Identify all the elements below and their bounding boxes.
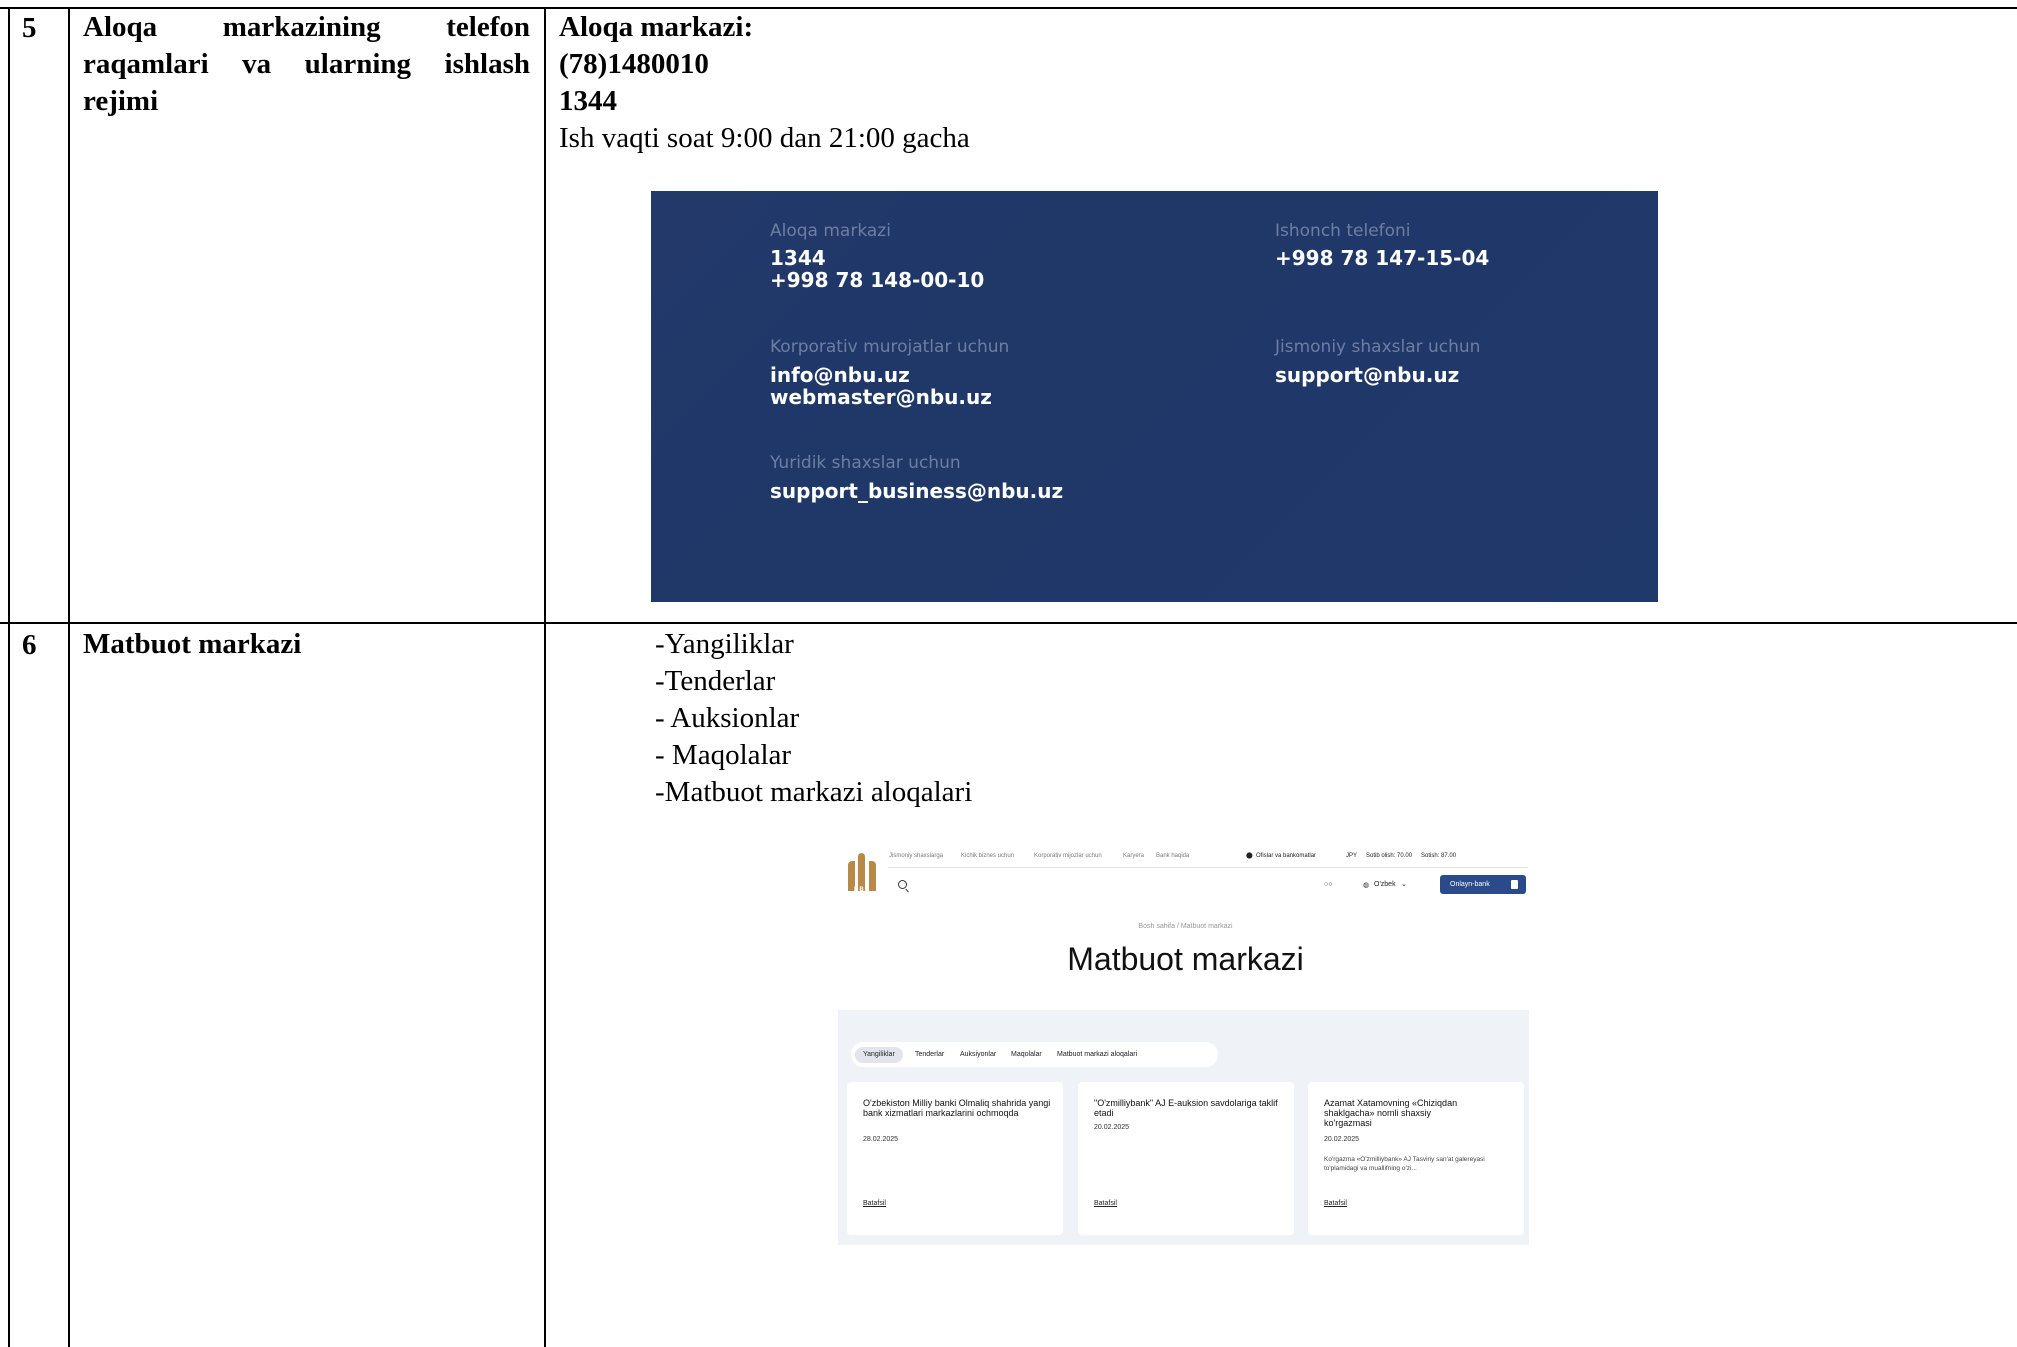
list-item: - Maqolalar — [655, 739, 792, 771]
row-number: 5 — [22, 12, 37, 44]
header-divider — [888, 867, 1528, 868]
news-card-more-link[interactable]: Batafsil — [1324, 1200, 1347, 1207]
list-item: -Tenderlar — [655, 665, 776, 697]
tab-auctions[interactable]: Auksiyonlar — [952, 1047, 1004, 1063]
login-icon — [1511, 880, 1518, 889]
news-card-date: 20.02.2025 — [1324, 1136, 1360, 1143]
press-center-website-screenshot: NBU Jismoniy shaxslarga Kichik biznes uc… — [838, 845, 1533, 1245]
online-bank-button[interactable]: Onlayn-bank — [1440, 875, 1526, 894]
search-icon[interactable] — [898, 880, 907, 889]
list-item: -Yangiliklar — [655, 628, 794, 660]
contact-phone-2: 1344 — [559, 85, 617, 117]
table-border-left — [8, 7, 10, 1347]
tab-news[interactable]: Yangiliklar — [855, 1047, 903, 1063]
working-hours: Ish vaqti soat 9:00 dan 21:00 gacha — [559, 122, 970, 154]
legal-label: Yuridik shaxslar uchun — [770, 453, 961, 473]
contact-center-value: 1344 +998 78 148-00-10 — [770, 246, 985, 292]
currency-code: JPY — [1346, 853, 1358, 859]
news-card-date: 20.02.2025 — [1094, 1124, 1130, 1131]
news-card-description: Ko'rgazma «O'zmilliybank» AJ Tasviriy sa… — [1324, 1156, 1485, 1172]
chevron-down-icon: ⌄ — [1401, 881, 1407, 888]
offices-link[interactable]: Ofislar va bankomatlar — [1256, 853, 1316, 859]
corporate-value: info@nbu.uz webmaster@nbu.uz — [770, 363, 992, 409]
location-pin-icon: ⬤ — [1246, 853, 1253, 859]
news-card[interactable]: Azamat Xatamovning «Chiziqdan shaklgacha… — [1308, 1082, 1524, 1235]
legal-value: support_business@nbu.uz — [770, 479, 1064, 503]
row-title: Aloqa markazining telefon raqamlari va u… — [83, 11, 530, 117]
table-col-divider-2 — [544, 7, 546, 1347]
news-card-date: 28.02.2025 — [863, 1136, 899, 1143]
row-title: Matbuot markazi — [83, 628, 302, 660]
nav-item[interactable]: Karyera — [1123, 853, 1144, 859]
language-selector[interactable]: O'zbek — [1374, 881, 1396, 888]
nav-item[interactable]: Jismoniy shaxslarga — [889, 853, 943, 859]
list-item: - Auksionlar — [655, 702, 800, 734]
globe-icon: ◍ — [1363, 882, 1370, 889]
list-item: -Matbuot markazi aloqalari — [655, 776, 973, 808]
nav-item[interactable]: Korporativ mijozlar uchun — [1034, 853, 1102, 859]
row-number: 6 — [22, 629, 37, 661]
individuals-value: support@nbu.uz — [1275, 363, 1460, 387]
page-title: Matbuot markazi — [1067, 941, 1304, 977]
nav-item[interactable]: Kichik biznes uchun — [961, 853, 1014, 859]
tab-tenders[interactable]: Tenderlar — [907, 1047, 952, 1063]
tab-press-contacts[interactable]: Matbuot markazi aloqalari — [1049, 1047, 1145, 1063]
news-card-title: Azamat Xatamovning «Chiziqdan shaklgacha… — [1324, 1098, 1458, 1128]
news-card[interactable]: "O'zmilliybank" AJ E-auksion savdolariga… — [1078, 1082, 1294, 1235]
news-card-title: O'zbekiston Milliy banki Olmaliq shahrid… — [863, 1098, 1051, 1118]
individuals-label: Jismoniy shaxslar uchun — [1275, 337, 1481, 357]
news-card-title: "O'zmilliybank" AJ E-auksion savdolariga… — [1094, 1098, 1278, 1118]
table-col-divider-1 — [68, 7, 70, 1347]
news-card-more-link[interactable]: Batafsil — [863, 1200, 886, 1207]
tab-articles[interactable]: Maqolalar — [1003, 1047, 1050, 1063]
nbu-logo: NBU — [848, 853, 876, 893]
contact-phone-1: (78)1480010 — [559, 48, 709, 80]
online-bank-label: Onlayn-bank — [1450, 881, 1490, 888]
news-section: Yangiliklar Tenderlar Auksiyonlar Maqola… — [838, 1010, 1529, 1245]
trust-phone-value: +998 78 147-15-04 — [1275, 246, 1490, 270]
news-card[interactable]: O'zbekiston Milliy banki Olmaliq shahrid… — [847, 1082, 1063, 1235]
table-row-divider — [0, 622, 2017, 624]
trust-phone-label: Ishonch telefoni — [1275, 221, 1411, 241]
accessibility-glasses-icon[interactable]: ○○ — [1324, 881, 1332, 888]
buy-rate: Sotib olish: 70.00 — [1366, 853, 1413, 859]
contact-heading: Aloqa markazi: — [559, 11, 754, 43]
press-tabs: Yangiliklar Tenderlar Auksiyonlar Maqola… — [851, 1042, 1218, 1067]
nav-item[interactable]: Bank haqida — [1156, 853, 1189, 859]
breadcrumb[interactable]: Bosh sahifa / Matbuot markazi — [838, 923, 1533, 930]
news-card-more-link[interactable]: Batafsil — [1094, 1200, 1117, 1207]
sell-rate: Sotish: 87.00 — [1421, 853, 1457, 859]
contact-center-label: Aloqa markazi — [770, 221, 891, 241]
contact-panel-image: Aloqa markazi 1344 +998 78 148-00-10 Ish… — [651, 191, 1658, 602]
corporate-label: Korporativ murojatlar uchun — [770, 337, 1010, 357]
